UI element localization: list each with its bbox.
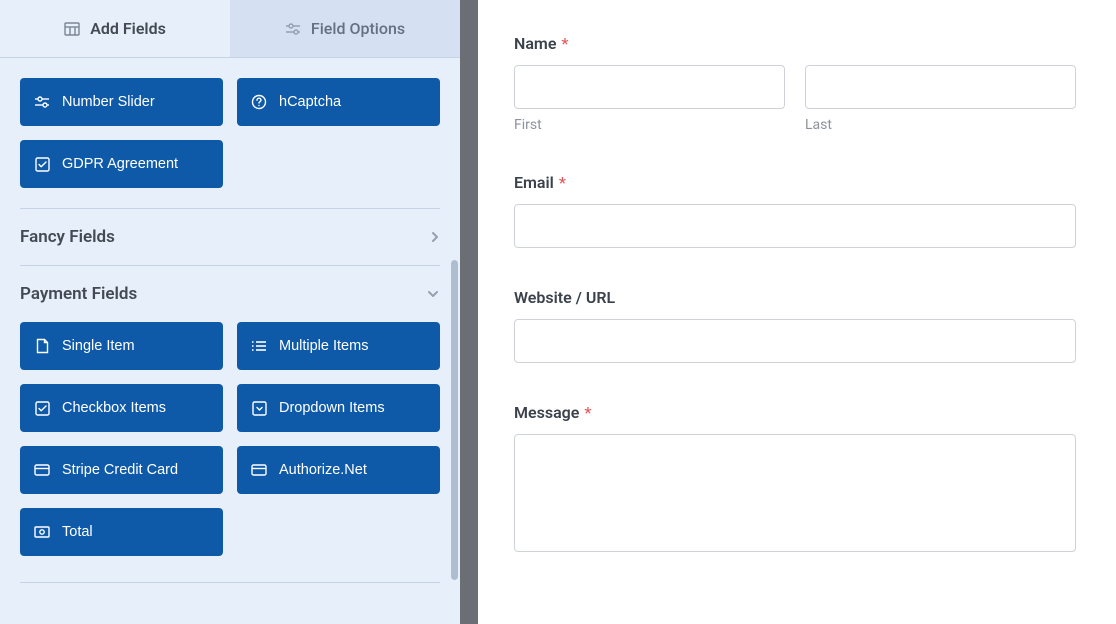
scrollbar-thumb[interactable] (451, 260, 458, 580)
payment-fields-section: Single Item Multiple Items (0, 322, 460, 576)
field-label: Total (62, 524, 93, 540)
list-icon (251, 338, 267, 354)
grid-icon (64, 21, 80, 37)
section-title: Payment Fields (20, 284, 137, 304)
message-group: Message * (514, 403, 1076, 556)
chevron-right-icon (430, 230, 440, 244)
field-checkbox-items[interactable]: Checkbox Items (20, 384, 223, 432)
label-text: Message (514, 403, 579, 422)
name-row: First Last (514, 65, 1076, 133)
email-group: Email * (514, 173, 1076, 248)
file-icon (34, 338, 50, 354)
field-label: Number Slider (62, 94, 155, 110)
field-stripe[interactable]: Stripe Credit Card (20, 446, 223, 494)
section-title: Fancy Fields (20, 227, 115, 247)
credit-card-icon (34, 462, 50, 478)
check-square-icon (34, 400, 50, 416)
field-label: Stripe Credit Card (62, 462, 178, 478)
field-label: Single Item (62, 338, 135, 354)
website-label: Website / URL (514, 288, 1076, 307)
sliders-icon (34, 94, 50, 110)
sidebar-panel: Add Fields Field Options (0, 0, 460, 624)
sidebar-tabs: Add Fields Field Options (0, 0, 460, 58)
website-group: Website / URL (514, 288, 1076, 363)
question-circle-icon (251, 94, 267, 110)
field-gdpr-agreement[interactable]: GDPR Agreement (20, 140, 223, 188)
message-label: Message * (514, 403, 1076, 422)
section-fancy-fields[interactable]: Fancy Fields (0, 209, 460, 265)
form-preview: Name * First Last Email * Website / URL … (478, 0, 1116, 624)
name-label: Name * (514, 34, 1076, 53)
first-sublabel: First (514, 117, 785, 133)
divider (20, 582, 440, 583)
email-input[interactable] (514, 204, 1076, 248)
field-label: Checkbox Items (62, 400, 166, 416)
panel-divider (460, 0, 478, 624)
field-label: Authorize.Net (279, 462, 367, 478)
field-label: Dropdown Items (279, 400, 385, 416)
credit-card-icon (251, 462, 267, 478)
required-mark: * (584, 403, 591, 422)
last-name-input[interactable] (805, 65, 1076, 109)
website-input[interactable] (514, 319, 1076, 363)
last-sublabel: Last (805, 117, 1076, 133)
field-label: GDPR Agreement (62, 156, 178, 172)
field-single-item[interactable]: Single Item (20, 322, 223, 370)
tab-label: Add Fields (90, 19, 166, 38)
sliders-icon (285, 21, 301, 37)
dropdown-icon (251, 400, 267, 416)
chevron-down-icon (426, 289, 440, 299)
field-dropdown-items[interactable]: Dropdown Items (237, 384, 440, 432)
tab-field-options[interactable]: Field Options (230, 0, 460, 57)
first-name-input[interactable] (514, 65, 785, 109)
required-mark: * (561, 34, 568, 53)
email-label: Email * (514, 173, 1076, 192)
field-total[interactable]: Total (20, 508, 223, 556)
tab-add-fields[interactable]: Add Fields (0, 0, 230, 57)
field-multiple-items[interactable]: Multiple Items (237, 322, 440, 370)
required-mark: * (559, 173, 566, 192)
label-text: Name (514, 34, 556, 53)
money-icon (34, 524, 50, 540)
label-text: Website / URL (514, 288, 615, 307)
field-number-slider[interactable]: Number Slider (20, 78, 223, 126)
field-label: Multiple Items (279, 338, 368, 354)
message-textarea[interactable] (514, 434, 1076, 552)
field-authorize-net[interactable]: Authorize.Net (237, 446, 440, 494)
tab-label: Field Options (311, 19, 405, 38)
misc-fields-section: Number Slider hCaptcha (0, 58, 460, 208)
field-hcaptcha[interactable]: hCaptcha (237, 78, 440, 126)
check-square-icon (34, 156, 50, 172)
field-label: hCaptcha (279, 94, 341, 110)
section-payment-fields[interactable]: Payment Fields (0, 266, 460, 322)
label-text: Email (514, 173, 554, 192)
